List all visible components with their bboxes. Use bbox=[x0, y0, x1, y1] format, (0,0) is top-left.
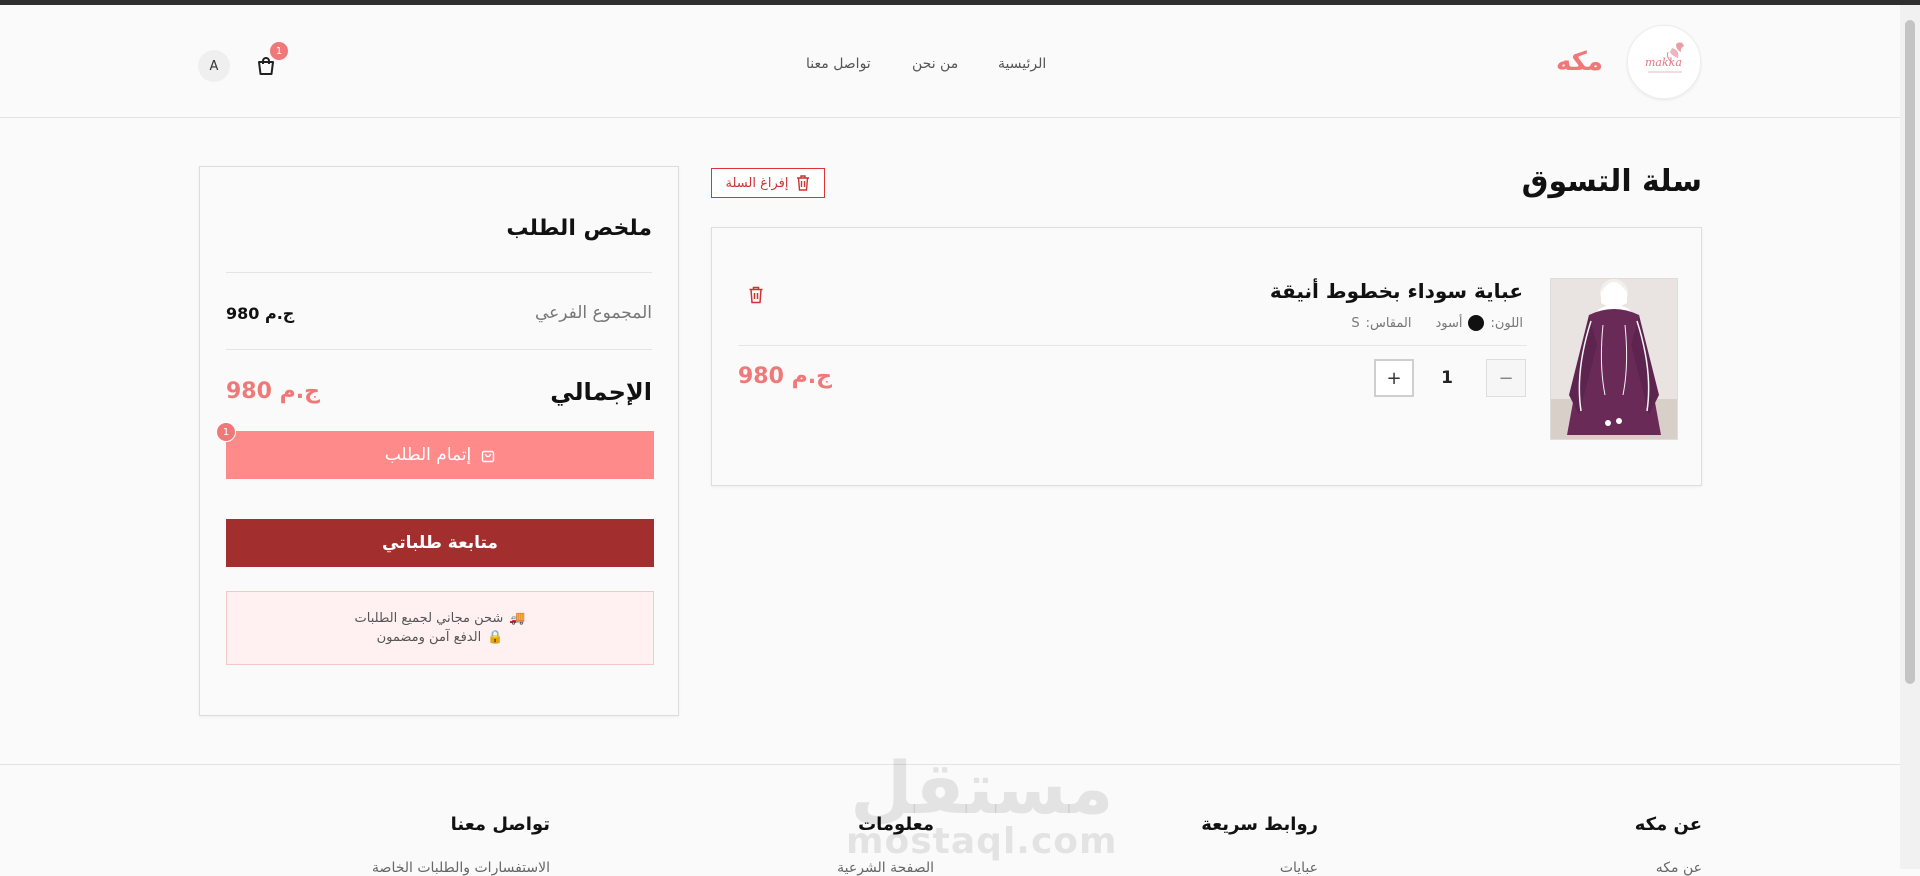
summary-title: ملخص الطلب bbox=[506, 216, 652, 241]
product-name[interactable]: عباية سوداء بخطوط أنيقة bbox=[1270, 279, 1523, 303]
checkout-label: إتمام الطلب bbox=[384, 445, 472, 465]
size-value: S bbox=[1351, 315, 1360, 331]
site-header: makka مكه الرئيسية من نحن تواصل معنا 1 A bbox=[0, 5, 1900, 118]
logo-flower-icon: makka bbox=[1645, 42, 1684, 73]
subtotal-value: 980 ج.م bbox=[226, 304, 295, 323]
footer-col-quick-links: روابط سريعة bbox=[1201, 814, 1318, 835]
empty-cart-button[interactable]: إفراغ السلة bbox=[711, 168, 825, 198]
payment-note: الدفع آمن ومضمون bbox=[376, 630, 482, 645]
info-box: شحن مجاني لجميع الطلبات 🚚 الدفع آمن ومضم… bbox=[226, 591, 654, 665]
footer-link[interactable]: عبايات bbox=[1280, 860, 1318, 876]
nav-contact[interactable]: تواصل معنا bbox=[806, 56, 871, 72]
item-price: 980 ج.م bbox=[738, 364, 832, 389]
total-label: الإجمالي bbox=[550, 378, 652, 406]
product-specs: اللون: أسود المقاس: S bbox=[1351, 315, 1523, 331]
brand-name[interactable]: مكه bbox=[1556, 47, 1603, 77]
cart-count-badge: 1 bbox=[270, 42, 288, 60]
quantity-value: 1 bbox=[1441, 368, 1453, 388]
color-label: اللون: bbox=[1490, 315, 1523, 331]
total-value: 980 ج.م bbox=[226, 379, 320, 404]
remove-item-icon[interactable] bbox=[748, 286, 764, 304]
checkout-count-badge: 1 bbox=[216, 422, 236, 442]
trash-icon bbox=[797, 175, 810, 191]
quantity-decrease-button[interactable]: − bbox=[1486, 359, 1526, 397]
footer-link[interactable]: الصفحة الشرعية bbox=[837, 860, 934, 876]
nav-about[interactable]: من نحن bbox=[912, 56, 958, 72]
shipping-note: شحن مجاني لجميع الطلبات bbox=[354, 611, 504, 626]
footer-col-contact: تواصل معنا bbox=[450, 814, 550, 835]
checkout-button[interactable]: إتمام الطلب bbox=[226, 431, 654, 479]
track-orders-button[interactable]: متابعة طلباتي bbox=[226, 519, 654, 567]
quantity-increase-button[interactable]: + bbox=[1374, 359, 1414, 397]
color-swatch bbox=[1468, 315, 1485, 331]
nav-home[interactable]: الرئيسية bbox=[998, 56, 1046, 72]
footer-col-about: عن مكه bbox=[1634, 814, 1702, 835]
shipping-icon: 🚚 bbox=[509, 611, 526, 626]
empty-cart-label: إفراغ السلة bbox=[725, 175, 789, 191]
summary-divider bbox=[226, 272, 652, 273]
item-divider bbox=[738, 345, 1527, 346]
brand-logo[interactable]: makka bbox=[1627, 25, 1701, 99]
scrollbar-thumb[interactable] bbox=[1905, 20, 1915, 684]
order-summary-card: ملخص الطلب المجموع الفرعي 980 ج.م الإجما… bbox=[199, 166, 679, 716]
size-label: المقاس: bbox=[1365, 315, 1412, 331]
watermark-arabic: مستقل bbox=[850, 746, 1114, 830]
summary-divider bbox=[226, 349, 652, 350]
color-value: أسود bbox=[1435, 315, 1463, 331]
watermark-latin: mostaql.com bbox=[846, 821, 1118, 862]
footer-link[interactable]: عن مكه bbox=[1656, 860, 1702, 876]
watermark: مستقل mostaql.com bbox=[846, 752, 1118, 860]
logo-text: makka bbox=[1645, 56, 1682, 69]
subtotal-label: المجموع الفرعي bbox=[534, 303, 652, 323]
cart-title: سلة التسوق bbox=[1521, 164, 1702, 199]
footer-link[interactable]: الاستفسارات والطلبات الخاصة bbox=[372, 860, 550, 876]
user-avatar[interactable]: A bbox=[198, 50, 230, 82]
cart-item-card: عباية سوداء بخطوط أنيقة اللون: أسود المق… bbox=[711, 227, 1702, 486]
shopping-bag-icon bbox=[482, 450, 495, 463]
product-image[interactable] bbox=[1550, 278, 1678, 440]
lock-icon: 🔒 bbox=[487, 630, 504, 645]
